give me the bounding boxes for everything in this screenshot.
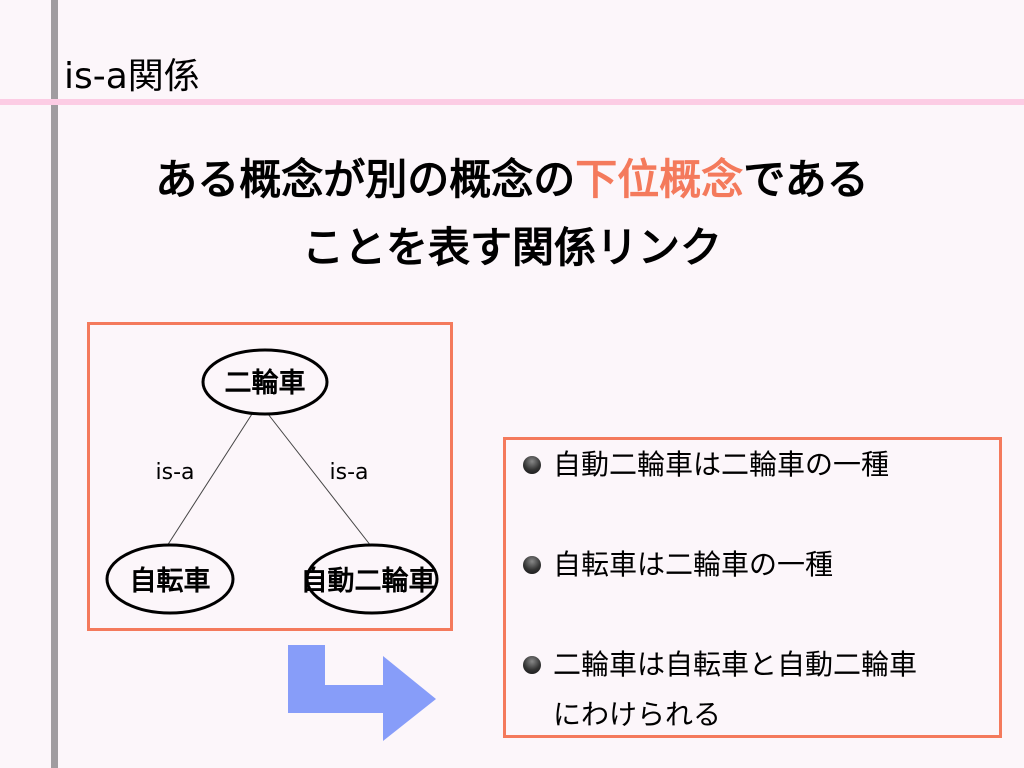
bullet-dot-icon bbox=[523, 556, 541, 574]
bullet-dot-icon bbox=[523, 456, 541, 474]
bullet-box: 自動二輪車は二輪車の一種 自転車は二輪車の一種 二輪車は自転車と自動二輪車 にわけ… bbox=[503, 437, 1002, 738]
node-right: 自動二輪車 bbox=[301, 565, 436, 597]
bullet-item: 自転車は二輪車の一種 bbox=[523, 540, 833, 590]
bullet-dot-icon bbox=[523, 656, 541, 674]
edge-label-left: is-a bbox=[156, 460, 195, 485]
bullet-text: 二輪車は自転車と自動二輪車 bbox=[553, 648, 918, 681]
bullet-text-continued: にわけられる bbox=[553, 698, 722, 731]
bullet-text: 自動二輪車は二輪車の一種 bbox=[553, 448, 890, 481]
bullet-item: 二輪車は自転車と自動二輪車 にわけられる bbox=[523, 640, 917, 740]
edge-label-right: is-a bbox=[330, 460, 369, 485]
bullet-text: 自転車は二輪車の一種 bbox=[553, 548, 834, 581]
turn-right-arrow-icon bbox=[288, 645, 436, 741]
node-left: 自転車 bbox=[130, 565, 211, 597]
node-parent: 二輪車 bbox=[225, 367, 306, 399]
bullet-item: 自動二輪車は二輪車の一種 bbox=[523, 440, 889, 490]
